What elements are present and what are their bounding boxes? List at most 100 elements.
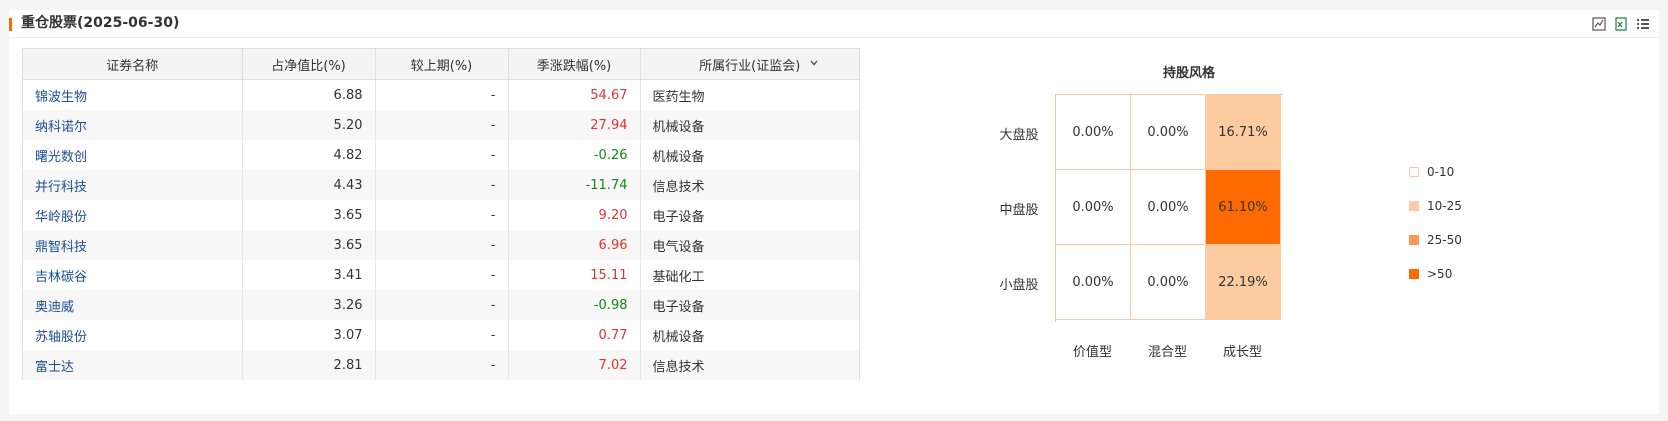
list-view-icon[interactable] bbox=[1635, 16, 1651, 32]
stock-name-link[interactable]: 纳科诺尔 bbox=[23, 110, 243, 140]
table-row[interactable]: 纳科诺尔 5.20-27.94 机械设备 bbox=[23, 110, 859, 140]
heatmap-cell[interactable]: 61.10% bbox=[1206, 170, 1281, 245]
legend-swatch bbox=[1409, 201, 1419, 211]
table-row[interactable]: 曙光数创 4.82- -0.26 机械设备 bbox=[23, 140, 859, 170]
toolbar bbox=[1591, 16, 1651, 32]
heatmap-cell[interactable]: 0.00% bbox=[1131, 245, 1206, 320]
ratio-cell: 6.88 bbox=[242, 79, 376, 110]
column-header-name[interactable]: 证券名称 bbox=[23, 49, 243, 80]
quarter-change-cell: 7.02 bbox=[508, 350, 641, 380]
quarter-change-cell: 15.11 bbox=[508, 260, 641, 290]
heatmap-column-label: 价值型 bbox=[1072, 345, 1112, 360]
change-cell: - bbox=[375, 170, 509, 200]
industry-cell: 电气设备 bbox=[640, 230, 859, 260]
table-row[interactable]: 吉林碳谷 3.41-15.11 基础化工 bbox=[23, 260, 859, 290]
title-accent-bar bbox=[9, 18, 12, 31]
industry-cell: 机械设备 bbox=[652, 149, 705, 165]
ratio-cell: 2.81 bbox=[242, 350, 376, 380]
legend-item[interactable]: 0-10 bbox=[1409, 155, 1462, 189]
change-cell: - bbox=[375, 290, 509, 320]
style-heatmap: 0.00% 0.00% 16.71% 0.00% 0.00% 61.10% 0.00% 0.0… bbox=[1055, 94, 1283, 322]
table-row[interactable]: 华岭股份 3.65-9.20 电子设备 bbox=[23, 200, 859, 230]
quarter-change-cell: -0.26 bbox=[508, 140, 641, 170]
change-cell: - bbox=[375, 110, 509, 140]
quarter-change-cell: 6.96 bbox=[508, 230, 641, 260]
chevron-down-icon[interactable] bbox=[809, 57, 819, 72]
table-row[interactable]: 苏轴股份 3.07-0.77 机械设备 bbox=[23, 320, 859, 350]
style-heatmap-title: 持股风格 bbox=[1162, 66, 1215, 81]
industry-cell: 电子设备 bbox=[652, 209, 705, 225]
heatmap-cell[interactable]: 22.19% bbox=[1206, 245, 1281, 320]
industry-cell: 医药生物 bbox=[652, 89, 705, 105]
legend-swatch bbox=[1409, 235, 1419, 245]
heatmap-cell[interactable]: 0.00% bbox=[1056, 95, 1131, 170]
column-header-change[interactable]: 较上期(%) bbox=[375, 49, 509, 80]
heatmap-column-label: 成长型 bbox=[1222, 345, 1262, 360]
legend-label: 10-25 bbox=[1427, 199, 1462, 213]
heatmap-cell[interactable]: 16.71% bbox=[1206, 95, 1281, 170]
legend-item[interactable]: 25-50 bbox=[1409, 223, 1462, 257]
stock-name-link[interactable]: 曙光数创 bbox=[23, 140, 243, 170]
ratio-cell: 4.82 bbox=[242, 140, 376, 170]
change-cell: - bbox=[375, 140, 509, 170]
ratio-cell: 3.26 bbox=[242, 290, 376, 320]
stock-name-link[interactable]: 奥迪威 bbox=[23, 290, 243, 320]
ratio-cell: 3.65 bbox=[242, 230, 376, 260]
legend-label: 0-10 bbox=[1427, 165, 1455, 179]
industry-cell: 基础化工 bbox=[652, 269, 705, 285]
industry-header-label: 所属行业(证监会) bbox=[699, 58, 801, 74]
ratio-cell: 3.41 bbox=[242, 260, 376, 290]
legend-item[interactable]: 10-25 bbox=[1409, 189, 1462, 223]
heatmap-column-label: 混合型 bbox=[1147, 345, 1187, 360]
change-cell: - bbox=[375, 230, 509, 260]
heatmap-row-label: 小盘股 bbox=[999, 278, 1039, 293]
table-row[interactable]: 鼎智科技 3.65-6.96 电气设备 bbox=[23, 230, 859, 260]
column-header-ratio[interactable]: 占净值比(%) bbox=[242, 49, 376, 80]
heatmap-cell[interactable]: 0.00% bbox=[1131, 95, 1206, 170]
stock-name-link[interactable]: 并行科技 bbox=[23, 170, 243, 200]
industry-cell: 机械设备 bbox=[640, 110, 859, 140]
quarter-change-cell: -11.74 bbox=[508, 170, 641, 200]
stock-name-link[interactable]: 华岭股份 bbox=[23, 200, 243, 230]
change-cell: - bbox=[375, 350, 509, 380]
ratio-cell: 3.65 bbox=[242, 200, 376, 230]
change-cell: - bbox=[375, 260, 509, 290]
quarter-change-cell: 54.67 bbox=[508, 79, 641, 110]
stock-name-link[interactable]: 苏轴股份 bbox=[23, 320, 243, 350]
legend-item[interactable]: >50 bbox=[1409, 257, 1462, 291]
excel-export-icon[interactable] bbox=[1613, 16, 1629, 32]
legend-swatch bbox=[1409, 269, 1419, 279]
stock-name-link[interactable]: 吉林碳谷 bbox=[23, 260, 243, 290]
industry-cell: 信息技术 bbox=[640, 170, 859, 200]
heatmap-cell[interactable]: 0.00% bbox=[1056, 170, 1131, 245]
industry-cell: 机械设备 bbox=[652, 329, 705, 345]
column-header-industry[interactable]: 所属行业(证监会) bbox=[640, 49, 859, 80]
panel-header: 重仓股票(2025-06-30) bbox=[9, 10, 1659, 38]
holdings-table: 证券名称 占净值比(%) 较上期(%) 季涨跌幅(%) 所属行业(证监会) 锦波… bbox=[22, 48, 860, 380]
change-cell: - bbox=[375, 79, 509, 110]
change-cell: - bbox=[375, 200, 509, 230]
heatmap-cell[interactable]: 0.00% bbox=[1131, 170, 1206, 245]
chart-export-icon[interactable] bbox=[1591, 16, 1607, 32]
change-cell: - bbox=[375, 320, 509, 350]
ratio-cell: 5.20 bbox=[242, 110, 376, 140]
quarter-change-cell: 27.94 bbox=[508, 110, 641, 140]
quarter-change-cell: -0.98 bbox=[508, 290, 641, 320]
table-row[interactable]: 富士达 2.81-7.02 信息技术 bbox=[23, 350, 859, 380]
table-row[interactable]: 奥迪威 3.26- -0.98 电子设备 bbox=[23, 290, 859, 320]
column-header-quarter[interactable]: 季涨跌幅(%) bbox=[508, 49, 641, 80]
industry-cell: 信息技术 bbox=[640, 350, 859, 380]
legend-label: >50 bbox=[1427, 267, 1453, 281]
table-header-row: 证券名称 占净值比(%) 较上期(%) 季涨跌幅(%) 所属行业(证监会) bbox=[23, 49, 859, 80]
panel-title: 重仓股票(2025-06-30) bbox=[21, 15, 180, 31]
stock-name-link[interactable]: 富士达 bbox=[23, 350, 243, 380]
heatmap-cell[interactable]: 0.00% bbox=[1056, 245, 1131, 320]
ratio-cell: 3.07 bbox=[242, 320, 376, 350]
table-row[interactable]: 并行科技 4.43- -11.74 信息技术 bbox=[23, 170, 859, 200]
stock-name-link[interactable]: 鼎智科技 bbox=[23, 230, 243, 260]
quarter-change-cell: 9.20 bbox=[508, 200, 641, 230]
quarter-change-cell: 0.77 bbox=[508, 320, 641, 350]
industry-cell: 电子设备 bbox=[640, 290, 859, 320]
table-row[interactable]: 锦波生物 6.88-54.67 医药生物 bbox=[23, 79, 859, 110]
stock-name-link[interactable]: 锦波生物 bbox=[23, 79, 243, 110]
